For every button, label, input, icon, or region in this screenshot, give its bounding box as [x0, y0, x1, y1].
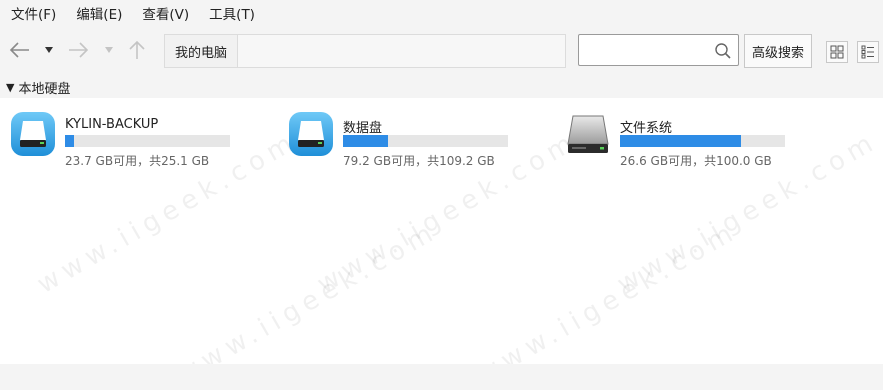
menu-edit[interactable]: 编辑(E)	[66, 0, 132, 30]
arrow-up-icon	[129, 40, 145, 59]
status-strip	[0, 364, 883, 384]
arrow-right-icon	[69, 42, 89, 58]
drive-item[interactable]: 数据盘 79.2 GB可用，共109.2 GB	[287, 110, 547, 170]
drive-usage-fill	[343, 135, 389, 147]
drive-name: KYLIN-BACKUP	[65, 117, 159, 132]
drive-usage-fill	[65, 135, 75, 147]
triangle-down-icon: ▼	[6, 80, 15, 94]
list-view-icon	[861, 45, 874, 59]
triangle-down-icon	[105, 47, 113, 53]
drive-capacity: 79.2 GB可用，共109.2 GB	[343, 154, 495, 168]
blue-disk-icon	[11, 112, 55, 156]
drive-view: www.iigeek.com www.iigeek.com www.iigeek…	[0, 98, 883, 390]
drive-usage-bar	[343, 135, 508, 147]
toolbar: 我的电脑 高级搜索	[0, 30, 883, 72]
back-button[interactable]	[8, 38, 32, 62]
drive-usage-bar	[620, 135, 785, 147]
drive-item[interactable]: 文件系统 26.6 GB可用，共100.0 GB	[564, 110, 824, 170]
breadcrumb[interactable]: 我的电脑	[164, 34, 566, 68]
menu-bar: 文件(F) 编辑(E) 查看(V) 工具(T)	[0, 0, 883, 30]
drive-item[interactable]: KYLIN-BACKUP 23.7 GB可用，共25.1 GB	[9, 110, 269, 170]
drive-name: 文件系统	[620, 121, 673, 136]
drive-name: 数据盘	[343, 121, 383, 136]
search-icon[interactable]	[714, 42, 732, 60]
icon-view-icon	[830, 45, 844, 59]
menu-tools[interactable]: 工具(T)	[199, 0, 265, 30]
advanced-search-button[interactable]: 高级搜索	[744, 34, 812, 68]
section-title: 本地硬盘	[18, 81, 71, 97]
icon-view-button[interactable]	[826, 41, 848, 63]
search-input[interactable]	[578, 34, 739, 66]
history-dropdown-button[interactable]	[42, 38, 56, 62]
section-local-disks[interactable]: ▼ 本地硬盘	[0, 76, 883, 98]
drive-capacity: 23.7 GB可用，共25.1 GB	[65, 154, 210, 168]
drive-usage-fill	[620, 135, 742, 147]
forward-button[interactable]	[66, 38, 90, 62]
drive-usage-bar	[65, 135, 230, 147]
triangle-down-icon	[45, 47, 53, 53]
up-button[interactable]	[126, 38, 148, 62]
breadcrumb-my-computer[interactable]: 我的电脑	[165, 35, 238, 67]
blue-disk-icon	[289, 112, 333, 156]
menu-view[interactable]: 查看(V)	[132, 0, 199, 30]
list-view-button[interactable]	[857, 41, 879, 63]
forward-dropdown-button[interactable]	[102, 38, 116, 62]
arrow-left-icon	[9, 42, 29, 58]
hard-drive-icon	[567, 115, 609, 153]
drive-capacity: 26.6 GB可用，共100.0 GB	[620, 154, 772, 168]
menu-file[interactable]: 文件(F)	[0, 0, 66, 30]
